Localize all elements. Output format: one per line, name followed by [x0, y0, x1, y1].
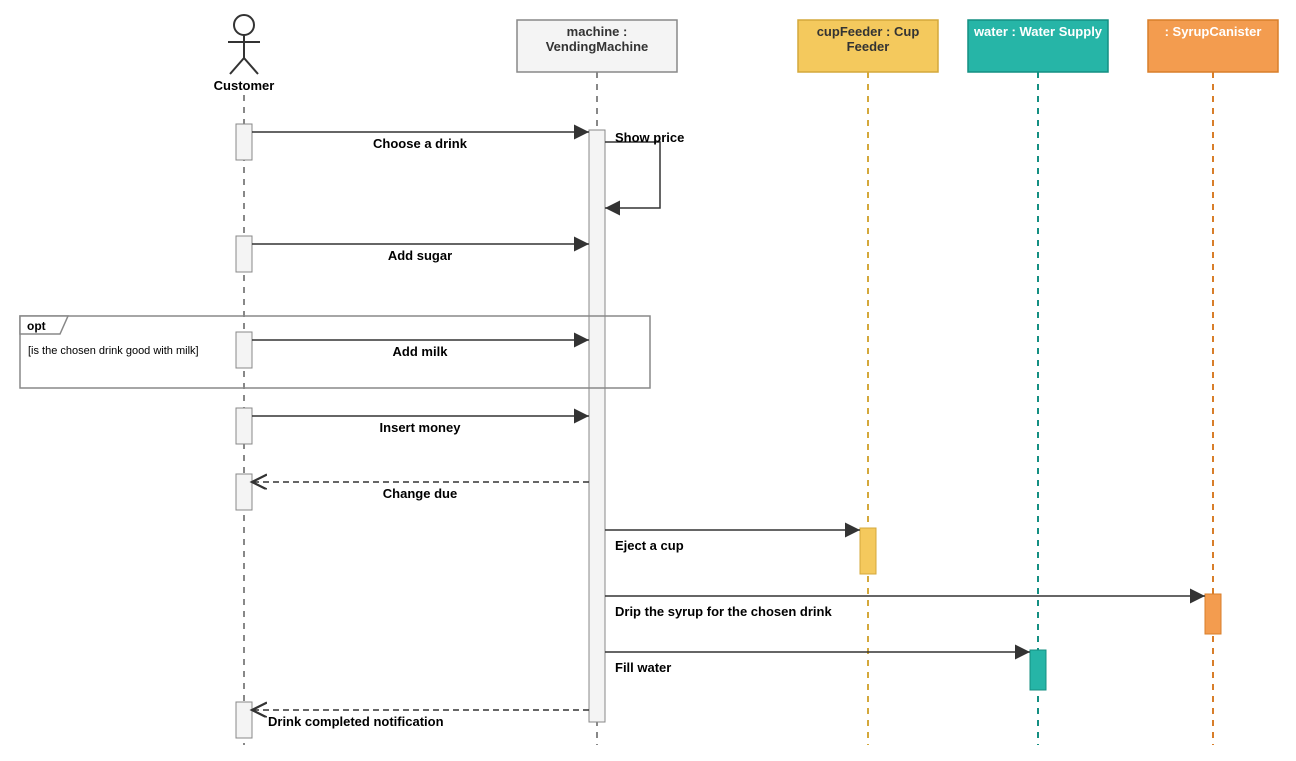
activation-customer-3: [236, 332, 252, 368]
message-add-sugar-label: Add sugar: [388, 248, 452, 263]
message-fill-water-label: Fill water: [615, 660, 671, 675]
activation-customer-1: [236, 124, 252, 160]
message-drink-completed-label: Drink completed notification: [268, 714, 444, 729]
activation-syrup: [1205, 594, 1221, 634]
message-change-due-label: Change due: [383, 486, 457, 501]
message-add-milk: Add milk: [252, 340, 589, 359]
lifeline-cupfeeder-label: cupFeeder : Cup Feeder: [817, 24, 920, 54]
lifeline-customer-label: Customer: [214, 78, 275, 93]
message-drip-syrup: Drip the syrup for the chosen drink: [605, 596, 1205, 619]
lifeline-machine-label: machine : VendingMachine: [546, 24, 649, 54]
message-fill-water: Fill water: [605, 652, 1030, 675]
fragment-opt: opt [is the chosen drink good with milk]: [20, 316, 650, 388]
activation-customer-2: [236, 236, 252, 272]
lifeline-cupfeeder: cupFeeder : Cup Feeder: [798, 20, 938, 745]
message-drink-completed: Drink completed notification: [252, 710, 589, 729]
lifeline-water: water : Water Supply: [968, 20, 1108, 745]
activation-customer-6: [236, 702, 252, 738]
message-insert-money: Insert money: [252, 416, 589, 435]
message-eject-cup: Eject a cup: [605, 530, 860, 553]
message-change-due: Change due: [252, 482, 589, 501]
activation-machine: [589, 130, 605, 722]
actor-icon: [228, 15, 260, 74]
activation-cupfeeder: [860, 528, 876, 574]
message-show-price-label: Show price: [615, 130, 684, 145]
activation-customer-5: [236, 474, 252, 510]
lifeline-syrup-label: : SyrupCanister: [1165, 24, 1262, 39]
lifeline-water-label: water : Water Supply: [974, 24, 1102, 39]
activation-water: [1030, 650, 1046, 690]
message-choose-drink-label: Choose a drink: [373, 136, 468, 151]
fragment-opt-label: opt: [27, 319, 46, 333]
message-insert-money-label: Insert money: [380, 420, 462, 435]
lifeline-syrup: : SyrupCanister: [1148, 20, 1278, 745]
message-add-sugar: Add sugar: [252, 244, 589, 263]
message-show-price: Show price: [605, 130, 684, 208]
message-eject-cup-label: Eject a cup: [615, 538, 684, 553]
message-choose-drink: Choose a drink: [252, 132, 589, 151]
activation-customer-4: [236, 408, 252, 444]
message-add-milk-label: Add milk: [393, 344, 449, 359]
fragment-opt-guard: [is the chosen drink good with milk]: [28, 345, 199, 357]
sequence-diagram: Customer machine : VendingMachine cupFee…: [0, 0, 1296, 761]
message-drip-syrup-label: Drip the syrup for the chosen drink: [615, 604, 832, 619]
